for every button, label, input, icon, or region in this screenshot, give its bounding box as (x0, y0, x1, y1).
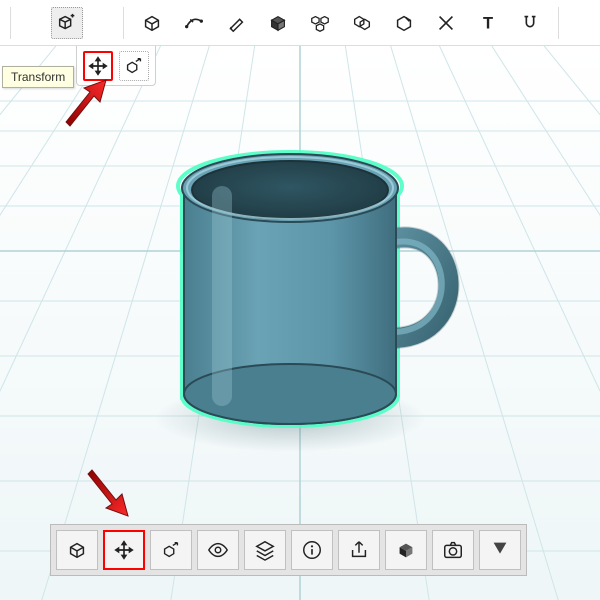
transform-flyout (76, 46, 156, 86)
modify-tool[interactable] (388, 7, 420, 39)
measure-tool[interactable] (430, 7, 462, 39)
create-tool[interactable] (136, 7, 168, 39)
viewport-3d[interactable] (0, 46, 600, 600)
select-tool[interactable] (51, 7, 83, 39)
material-tool[interactable] (385, 530, 427, 570)
move-tool[interactable] (83, 51, 113, 81)
visibility-tool[interactable] (197, 530, 239, 570)
object-tool[interactable] (56, 530, 98, 570)
camera-tool[interactable] (432, 530, 474, 570)
svg-text:T: T (483, 14, 493, 32)
tooltip-label: Transform (11, 70, 65, 84)
move-tool[interactable] (103, 530, 145, 570)
export-tool[interactable] (479, 530, 521, 570)
scale-tool[interactable] (119, 51, 149, 81)
text-tool[interactable]: T (472, 7, 504, 39)
combine-tool[interactable] (346, 7, 378, 39)
top-toolbar: T (0, 0, 600, 46)
share-tool[interactable] (338, 530, 380, 570)
snap-tool[interactable] (514, 7, 546, 39)
primitive-tool[interactable] (262, 7, 294, 39)
tooltip-transform: Transform (2, 66, 74, 88)
array-tool[interactable] (304, 7, 336, 39)
sketch-tool[interactable] (178, 7, 210, 39)
revolve-tool[interactable] (220, 7, 252, 39)
layers-tool[interactable] (244, 530, 286, 570)
bottom-toolbar (50, 524, 527, 576)
info-tool[interactable] (291, 530, 333, 570)
scale-tool[interactable] (150, 530, 192, 570)
